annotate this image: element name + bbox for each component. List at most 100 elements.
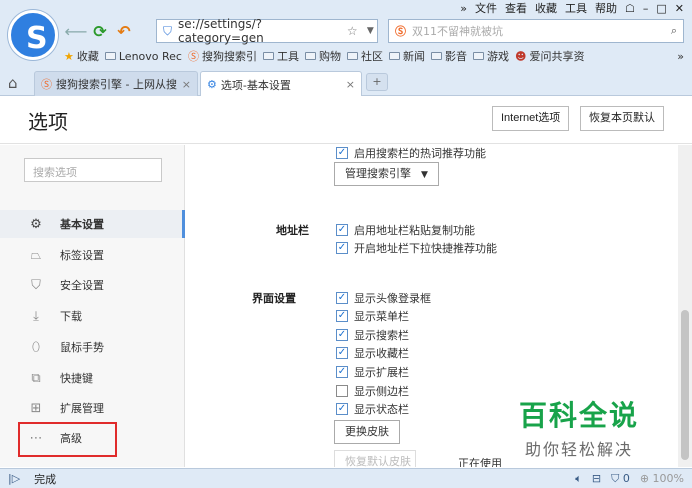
menu-view[interactable]: 查看 bbox=[505, 0, 527, 16]
zoom-level[interactable]: ⊕ 100% bbox=[640, 472, 684, 486]
browser-chrome: S » 文件 查看 收藏 工具 帮助 ☖ – □ ✕ ⟵ ⟳ ↶ ⛉ se://… bbox=[0, 0, 692, 97]
search-icon[interactable]: ⌕ bbox=[671, 24, 677, 38]
back-icon[interactable]: ⟵ bbox=[64, 22, 88, 41]
hotwords-checkbox[interactable]: ✓ 启用搜索栏的热词推荐功能 bbox=[336, 145, 486, 161]
dropdown-recommend-checkbox[interactable]: ✓ 开启地址栏下拉快捷推荐功能 bbox=[336, 240, 497, 256]
checkbox-checked-icon: ✓ bbox=[336, 403, 348, 415]
checkbox-unchecked-icon bbox=[336, 385, 348, 397]
sogou-icon: Ⓢ bbox=[41, 78, 52, 91]
menu-more[interactable]: » bbox=[460, 2, 467, 15]
sidebar-item-basic[interactable]: ⚙ 基本设置 bbox=[0, 210, 185, 238]
sidebar-item-tabs[interactable]: ⏢ 标签设置 bbox=[0, 241, 184, 269]
checkbox-label: 启用搜索栏的热词推荐功能 bbox=[354, 147, 486, 160]
status-right: 🔈︎ ⊟ ⛉ 0 ⊕ 100% bbox=[575, 472, 684, 486]
checkbox-label: 显示收藏栏 bbox=[354, 347, 409, 360]
bookmark-games[interactable]: 游戏 bbox=[472, 48, 509, 64]
bookmark-news[interactable]: 新闻 bbox=[388, 48, 425, 64]
download-manager-icon[interactable]: ⊟ bbox=[592, 472, 601, 486]
sidebar-item-label: 快捷键 bbox=[60, 372, 93, 385]
search-placeholder: 双11不留神就被坑 bbox=[412, 25, 503, 38]
content-scrollbar[interactable] bbox=[678, 145, 692, 467]
bookmark-lenovo[interactable]: Lenovo Rec bbox=[104, 50, 182, 63]
folder-icon bbox=[104, 52, 116, 60]
bookmark-shopping[interactable]: 购物 bbox=[304, 48, 341, 64]
manage-engines-dropdown[interactable]: 管理搜索引擎 ▼ bbox=[334, 162, 439, 186]
menu-favorites[interactable]: 收藏 bbox=[535, 0, 557, 16]
status-bar: |▷ 完成 🔈︎ ⊟ ⛉ 0 ⊕ 100% bbox=[0, 468, 692, 488]
bookmark-more[interactable]: » bbox=[677, 50, 684, 63]
block-count: 0 bbox=[622, 471, 630, 485]
sidebar-item-mouse-gestures[interactable]: ⬯ 鼠标手势 bbox=[0, 333, 184, 361]
home-icon[interactable]: ⌂ bbox=[8, 74, 18, 92]
speaker-icon[interactable]: 🔈︎ bbox=[575, 472, 582, 486]
checkbox-label: 开启地址栏下拉快捷推荐功能 bbox=[354, 242, 497, 255]
browser-logo[interactable]: S bbox=[8, 10, 58, 60]
show-searchbar-checkbox[interactable]: ✓ 显示搜索栏 bbox=[336, 327, 409, 343]
sidebar-item-label: 下载 bbox=[60, 310, 82, 323]
bookmark-video[interactable]: 影音 bbox=[430, 48, 467, 64]
tab-settings[interactable]: ⚙ 选项-基本设置 × bbox=[200, 71, 362, 97]
sidebar-item-label: 基本设置 bbox=[60, 218, 104, 231]
checkbox-label: 启用地址栏粘贴复制功能 bbox=[354, 224, 475, 237]
internet-options-button[interactable]: Internet选项 bbox=[492, 106, 570, 131]
sidebar-item-label: 标签设置 bbox=[60, 249, 104, 262]
minimize-button[interactable]: – bbox=[643, 2, 649, 15]
sogou-icon: Ⓢ bbox=[187, 50, 199, 63]
bookmark-iask[interactable]: ☻ 爱问共享资 bbox=[515, 48, 584, 64]
checkbox-label: 显示菜单栏 bbox=[354, 310, 409, 323]
address-dropdown-icon[interactable]: ▼ bbox=[364, 26, 377, 36]
checkbox-checked-icon: ✓ bbox=[336, 292, 348, 304]
sidebar-item-download[interactable]: ⤓ 下载 bbox=[0, 302, 184, 330]
sidebar-item-security[interactable]: ⛉ 安全设置 bbox=[0, 271, 184, 299]
address-bar[interactable]: ⛉ se://settings/?category=gen ☆ ▼ bbox=[156, 17, 378, 45]
new-tab-button[interactable]: + bbox=[366, 73, 388, 91]
bookmark-favorites[interactable]: ★ 收藏 bbox=[64, 48, 99, 64]
checkbox-label: 显示扩展栏 bbox=[354, 366, 409, 379]
bookmark-community[interactable]: 社区 bbox=[346, 48, 383, 64]
gear-icon: ⚙ bbox=[30, 216, 42, 232]
bookmark-sogou[interactable]: Ⓢ 搜狗搜索引 bbox=[188, 48, 257, 64]
show-menubar-checkbox[interactable]: ✓ 显示菜单栏 bbox=[336, 308, 409, 324]
skin-icon[interactable]: ☖ bbox=[625, 2, 635, 15]
show-statusbar-checkbox[interactable]: ✓ 显示状态栏 bbox=[336, 401, 409, 417]
status-text: 完成 bbox=[34, 472, 57, 486]
show-avatar-checkbox[interactable]: ✓ 显示头像登录框 bbox=[336, 290, 431, 306]
restore-skin-button[interactable]: 恢复默认皮肤 bbox=[334, 450, 416, 467]
star-icon: ★ bbox=[64, 49, 74, 63]
tab-sogou[interactable]: Ⓢ 搜狗搜索引擎 - 上网从搜 × bbox=[34, 71, 198, 96]
bookmark-tools[interactable]: 工具 bbox=[262, 48, 299, 64]
favorite-star-icon[interactable]: ☆ bbox=[347, 24, 358, 38]
show-sidebar-checkbox[interactable]: 显示侧边栏 bbox=[336, 383, 409, 399]
search-box[interactable]: Ⓢ 双11不留神就被坑 ⌕ bbox=[388, 19, 684, 43]
options-search-input[interactable]: 搜索选项 bbox=[24, 158, 162, 182]
refresh-icon[interactable]: ⟳ bbox=[88, 22, 112, 41]
sidebar-item-extensions[interactable]: ⊞ 扩展管理 bbox=[0, 394, 184, 422]
paste-copy-checkbox[interactable]: ✓ 启用地址栏粘贴复制功能 bbox=[336, 222, 475, 238]
checkbox-label: 显示状态栏 bbox=[354, 403, 409, 416]
sidebar-item-shortcuts[interactable]: ⧉ 快捷键 bbox=[0, 364, 184, 392]
checkbox-checked-icon: ✓ bbox=[336, 329, 348, 341]
tab-strip: ⌂ Ⓢ 搜狗搜索引擎 - 上网从搜 × ⚙ 选项-基本设置 × + bbox=[0, 69, 692, 97]
chevron-down-icon: ▼ bbox=[421, 170, 428, 180]
close-tab-icon[interactable]: × bbox=[182, 78, 191, 91]
undo-icon[interactable]: ↶ bbox=[112, 22, 136, 41]
sidebar-toggle-icon[interactable]: |▷ bbox=[8, 472, 20, 485]
sidebar-item-label: 扩展管理 bbox=[60, 402, 104, 415]
change-skin-button[interactable]: 更换皮肤 bbox=[334, 420, 400, 444]
menu-help[interactable]: 帮助 bbox=[595, 0, 617, 16]
page-title: 选项 bbox=[28, 110, 68, 134]
show-extension-bar-checkbox[interactable]: ✓ 显示扩展栏 bbox=[336, 364, 409, 380]
address-bar-section-label: 地址栏 bbox=[276, 224, 309, 237]
restore-defaults-button[interactable]: 恢复本页默认 bbox=[580, 106, 664, 131]
shield-counter[interactable]: ⛉ 0 bbox=[611, 472, 630, 486]
scrollbar-thumb[interactable] bbox=[681, 310, 689, 460]
maximize-button[interactable]: □ bbox=[656, 2, 666, 15]
menu-file[interactable]: 文件 bbox=[475, 0, 497, 16]
show-favorites-bar-checkbox[interactable]: ✓ 显示收藏栏 bbox=[336, 345, 409, 361]
extension-icon: ⊞ bbox=[30, 400, 42, 416]
folder-icon bbox=[388, 52, 400, 60]
close-window-button[interactable]: ✕ bbox=[675, 2, 684, 15]
menu-tools[interactable]: 工具 bbox=[565, 0, 587, 16]
close-tab-icon[interactable]: × bbox=[346, 78, 355, 91]
skin-in-use-text: 正在使用 bbox=[458, 457, 502, 467]
